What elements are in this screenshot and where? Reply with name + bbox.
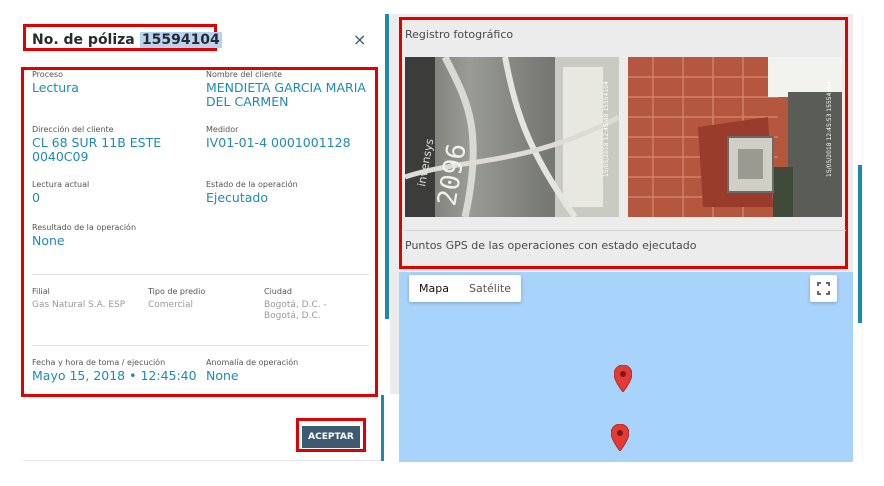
- field-lectura-actual: Lectura actual 0: [32, 180, 197, 205]
- field-anomalia: Anomalía de operación None: [206, 358, 366, 383]
- map-marker-icon[interactable]: [613, 364, 633, 396]
- field-value: MENDIETA GARCIA MARIA DEL CARMEN: [206, 80, 366, 109]
- panel-edge: [862, 14, 863, 461]
- field-label: Filial: [32, 287, 50, 296]
- photo-gps-section: Registro fotográfico 2096 invensys 15/05…: [399, 17, 848, 269]
- field-label: Dirección del cliente: [32, 125, 114, 134]
- field-tipo-predio: Tipo de predio Comercial: [148, 287, 258, 311]
- field-label: Nombre del cliente: [206, 70, 282, 79]
- tab-satellite[interactable]: Satélite: [459, 275, 521, 302]
- field-filial: Filial Gas Natural S.A. ESP: [32, 287, 142, 311]
- field-estado-operacion: Estado de la operación Ejecutado: [206, 180, 371, 205]
- field-value: Gas Natural S.A. ESP: [32, 300, 126, 310]
- field-label: Proceso: [32, 70, 64, 79]
- panel-accent-bar: [385, 14, 389, 319]
- divider: [32, 345, 369, 346]
- policy-title: No. de póliza 15594104: [23, 24, 222, 51]
- meter-box-photo-image: [628, 57, 842, 217]
- gps-section-title: Puntos GPS de las operaciones con estado…: [405, 239, 697, 252]
- policy-detail-panel: No. de póliza 15594104 × Proceso Lectura…: [0, 0, 382, 486]
- section-divider: [405, 230, 846, 231]
- field-proceso: Proceso Lectura: [32, 70, 197, 95]
- field-ciudad: Ciudad Bogotá, D.C. - Bogotá, D.C.: [264, 287, 364, 322]
- field-label: Lectura actual: [32, 180, 90, 189]
- map-marker-icon[interactable]: [610, 423, 630, 455]
- field-value: Lectura: [32, 80, 79, 95]
- meter-box-photo[interactable]: 15/05/2018 12:45:53 15554104: [628, 57, 842, 217]
- photo-timestamp: 15/05/2018 12:45:48 15554104: [603, 81, 610, 177]
- divider: [32, 274, 369, 275]
- photo-timestamp: 15/05/2018 12:45:53 15554104: [826, 81, 833, 177]
- meter-photo[interactable]: 2096 invensys 15/05/2018 12:45:48 155541…: [405, 57, 619, 217]
- field-resultado-operacion: Resultado de la operación None: [32, 223, 232, 248]
- photo-section-title: Registro fotográfico: [405, 28, 514, 41]
- gps-map[interactable]: Mapa Satélite: [399, 272, 853, 462]
- field-label: Medidor: [206, 125, 239, 134]
- field-direccion-cliente: Dirección del cliente CL 68 SUR 11B ESTE…: [32, 125, 197, 164]
- policy-title-label: No. de póliza: [32, 32, 135, 48]
- field-value: 0: [32, 190, 40, 205]
- field-value: Comercial: [148, 300, 194, 310]
- field-label: Ciudad: [264, 287, 292, 296]
- accept-button[interactable]: ACEPTAR: [302, 426, 360, 448]
- fullscreen-icon[interactable]: [810, 275, 837, 302]
- field-label: Fecha y hora de toma / ejecución: [32, 358, 166, 367]
- field-label: Tipo de predio: [148, 287, 206, 296]
- panel-accent-bar: [381, 395, 384, 461]
- field-value: IV01-01-4 0001001128: [206, 135, 351, 150]
- field-value: None: [206, 368, 239, 383]
- field-value: CL 68 SUR 11B ESTE 0040C09: [32, 135, 162, 164]
- policy-number[interactable]: 15594104: [139, 32, 222, 48]
- map-type-control: Mapa Satélite: [409, 275, 521, 302]
- footer-divider: [23, 460, 381, 461]
- field-medidor: Medidor IV01-01-4 0001001128: [206, 125, 371, 150]
- field-value: Bogotá, D.C. - Bogotá, D.C.: [264, 300, 327, 321]
- meter-photo-image: 2096 invensys: [405, 57, 619, 217]
- policy-info-card: Proceso Lectura Nombre del cliente MENDI…: [21, 67, 378, 397]
- field-fecha-hora: Fecha y hora de toma / ejecución Mayo 15…: [32, 358, 202, 383]
- field-label: Resultado de la operación: [32, 223, 137, 232]
- close-icon[interactable]: ×: [353, 30, 366, 49]
- tab-map[interactable]: Mapa: [409, 275, 459, 302]
- field-label: Estado de la operación: [206, 180, 298, 189]
- field-value: None: [32, 233, 65, 248]
- field-nombre-cliente: Nombre del cliente MENDIETA GARCIA MARIA…: [206, 70, 366, 109]
- field-value: Mayo 15, 2018 • 12:45:40: [32, 368, 197, 383]
- field-value: Ejecutado: [206, 190, 268, 205]
- accept-button-highlight: ACEPTAR: [296, 418, 366, 452]
- scrollbar[interactable]: [858, 165, 862, 323]
- field-label: Anomalía de operación: [206, 358, 299, 367]
